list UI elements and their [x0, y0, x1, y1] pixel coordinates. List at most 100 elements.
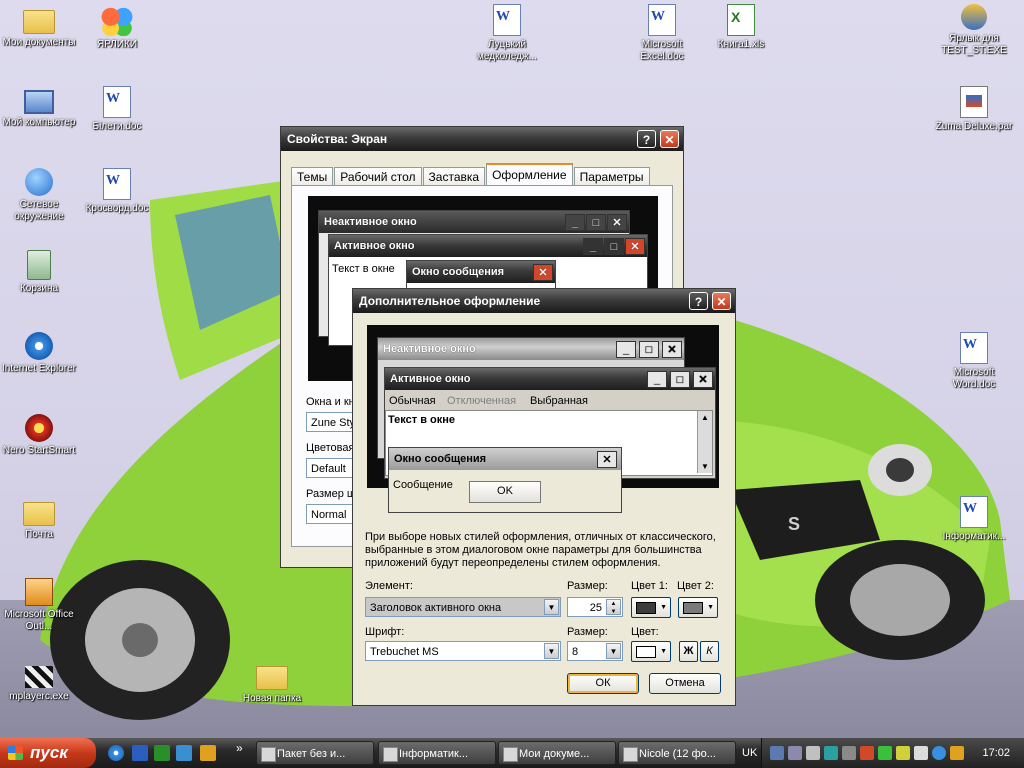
desktop-icon-zuma[interactable]: Zuma Deluxe.par — [935, 86, 1013, 133]
bold-toggle-button[interactable]: Ж — [679, 641, 698, 662]
tray-app-icon[interactable] — [896, 746, 910, 760]
tab-desktop[interactable]: Рабочий стол — [334, 167, 422, 186]
tray-app-icon[interactable] — [806, 746, 820, 760]
ok-button[interactable]: ОК — [567, 673, 639, 694]
preview-active-titlebar[interactable]: Активное окно _ □ ✕ — [385, 368, 715, 390]
font-size-select[interactable]: 8 ▼ — [567, 641, 623, 661]
close-icon: ✕ — [597, 451, 617, 468]
tray-app-icon[interactable] — [788, 746, 802, 760]
desktop-icon-network[interactable]: Сетевое окружение — [0, 168, 78, 223]
start-button[interactable]: пуск — [0, 738, 96, 768]
tab-screensaver[interactable]: Заставка — [422, 167, 486, 186]
excel-icon[interactable] — [154, 745, 170, 761]
tab-settings[interactable]: Параметры — [573, 167, 650, 186]
desktop-icon-label: Луцький медколедж... — [477, 39, 537, 62]
desktop-icon-label: Microsoft Excel.doc — [640, 39, 684, 62]
desktop-icon-label: Мои документы — [2, 37, 76, 48]
size-spinner[interactable]: 25 ▲ ▼ — [567, 597, 623, 617]
italic-toggle-button[interactable]: К — [700, 641, 719, 662]
desktop-icon-ie[interactable]: Internet Explorer — [0, 332, 78, 375]
tray-app-icon[interactable] — [932, 746, 946, 760]
font-color-picker[interactable]: ▼ — [631, 641, 671, 662]
close-button[interactable]: ✕ — [660, 130, 679, 148]
preview-scrollbar[interactable]: ▲ ▼ — [697, 411, 712, 473]
desktop-icon-mplayerc[interactable]: mplayerc.exe — [0, 660, 78, 703]
taskbar-task[interactable]: Пакет без и... — [256, 741, 374, 765]
chevron-down-icon[interactable]: ▼ — [544, 643, 559, 659]
tray-app-icon[interactable] — [842, 746, 856, 760]
color1-label: Цвет 1: — [631, 580, 668, 592]
window-titlebar[interactable]: Свойства: Экран ? ✕ — [281, 127, 683, 151]
tray-app-icon[interactable] — [824, 746, 838, 760]
word-document-icon — [960, 496, 988, 528]
svg-text:S: S — [788, 514, 800, 534]
desktop-icon-nero[interactable]: Nero StartSmart — [0, 414, 78, 457]
preview-msgbox-titlebar[interactable]: Окно сообщения ✕ — [389, 448, 621, 470]
preview-inactive-titlebar[interactable]: Неактивное окно _ □ ✕ — [378, 338, 684, 360]
help-button[interactable]: ? — [637, 130, 656, 148]
desktop-icon-informatika[interactable]: Інформатик... — [935, 496, 1013, 543]
taskbar-task[interactable]: Інформатик... — [378, 741, 496, 765]
desktop-icon-label: Zuma Deluxe.par — [935, 121, 1013, 132]
quick-launch-overflow-chevron[interactable]: » — [236, 741, 243, 755]
font-select[interactable]: Trebuchet MS ▼ — [365, 641, 561, 661]
chevron-down-icon[interactable]: ▼ — [544, 599, 559, 615]
desktop-icon-krossvord[interactable]: Кросворд.doc — [78, 168, 156, 215]
word-document-icon — [103, 86, 131, 118]
desktop-icon-label: Microsoft Office Outl... — [4, 609, 74, 632]
help-button[interactable]: ? — [689, 292, 708, 310]
desktop-icon-kniga-xls[interactable]: Книга1.xls — [702, 4, 780, 51]
internet-explorer-icon[interactable] — [108, 745, 124, 761]
dialog-titlebar[interactable]: Дополнительное оформление ? ✕ — [353, 289, 735, 313]
close-button[interactable]: ✕ — [712, 292, 731, 310]
taskbar-task[interactable]: Мои докуме... — [498, 741, 616, 765]
tray-network-icon[interactable] — [770, 746, 784, 760]
desktop-icon-new-folder[interactable]: Новая папка — [233, 660, 311, 705]
minimize-icon: _ — [647, 371, 667, 388]
chevron-down-icon[interactable]: ▼ — [606, 643, 621, 659]
preview-msgbox-ok-button[interactable]: OK — [469, 481, 541, 503]
desktop-icon-yarlyki[interactable]: ЯРЛИКИ — [78, 4, 156, 51]
preview-menu-disabled[interactable]: Отключенная — [447, 395, 516, 407]
desktop-icon-lutsk-doc[interactable]: Луцький медколедж... — [468, 4, 546, 63]
tray-app-icon[interactable] — [950, 746, 964, 760]
tab-appearance[interactable]: Оформление — [486, 163, 573, 186]
desktop-icon-word-doc[interactable]: Microsoft Word.doc — [935, 332, 1013, 391]
tray-app-icon[interactable] — [860, 746, 874, 760]
taskbar-clock[interactable]: 17:02 — [982, 738, 1010, 768]
word-icon[interactable] — [132, 745, 148, 761]
desktop-icon-my-computer[interactable]: Мой компьютер — [0, 86, 78, 129]
desktop-icon-recycle-bin[interactable]: Корзина — [0, 250, 78, 295]
scroll-down-arrow-icon: ▼ — [701, 462, 709, 471]
color1-picker[interactable]: ▼ — [631, 597, 671, 618]
taskbar-task[interactable]: Nicole (12 фо... — [618, 741, 736, 765]
element-select[interactable]: Заголовок активного окна ▼ — [365, 597, 561, 617]
preview-msgbox-titlebar: Окно сообщения ✕ — [407, 261, 555, 283]
maximize-icon: □ — [586, 214, 606, 231]
windows-buttons-label: Окна и кн — [306, 396, 355, 408]
desktop-icon-my-documents[interactable]: Мои документы — [0, 4, 78, 49]
language-indicator[interactable]: UK — [742, 738, 757, 768]
desktop-icon-excel-doc[interactable]: Microsoft Excel.doc — [623, 4, 701, 63]
preview-menu-normal[interactable]: Обычная — [389, 395, 436, 407]
desktop-icon-label: Кросворд.doc — [85, 203, 149, 214]
desktop-icon-bilety[interactable]: Білети.doc — [78, 86, 156, 133]
winamp-icon[interactable] — [200, 745, 216, 761]
maximize-icon: □ — [639, 341, 659, 358]
cancel-button[interactable]: Отмена — [649, 673, 721, 694]
color2-swatch — [683, 602, 703, 614]
color2-picker[interactable]: ▼ — [678, 597, 718, 618]
font-label: Шрифт: — [365, 626, 405, 638]
tray-volume-icon[interactable] — [914, 746, 928, 760]
preview-menu-selected[interactable]: Выбранная — [530, 395, 588, 407]
desktop-icon-test-st[interactable]: Ярлык для TEST_ST.EXE — [935, 4, 1013, 57]
tab-themes[interactable]: Темы — [291, 167, 334, 186]
tray-app-icon[interactable] — [878, 746, 892, 760]
spinner-arrows-icon[interactable]: ▲ ▼ — [606, 599, 621, 615]
desktop-icon-label: Сетевое окружение — [14, 199, 64, 222]
desktop-icon-label: Nero StartSmart — [2, 445, 76, 456]
desktop-icon-outlook[interactable]: Microsoft Office Outl... — [0, 578, 78, 633]
desktop-icon-pochta[interactable]: Почта — [0, 496, 78, 541]
minimize-icon: _ — [565, 214, 585, 231]
outlook-express-icon[interactable] — [176, 745, 192, 761]
